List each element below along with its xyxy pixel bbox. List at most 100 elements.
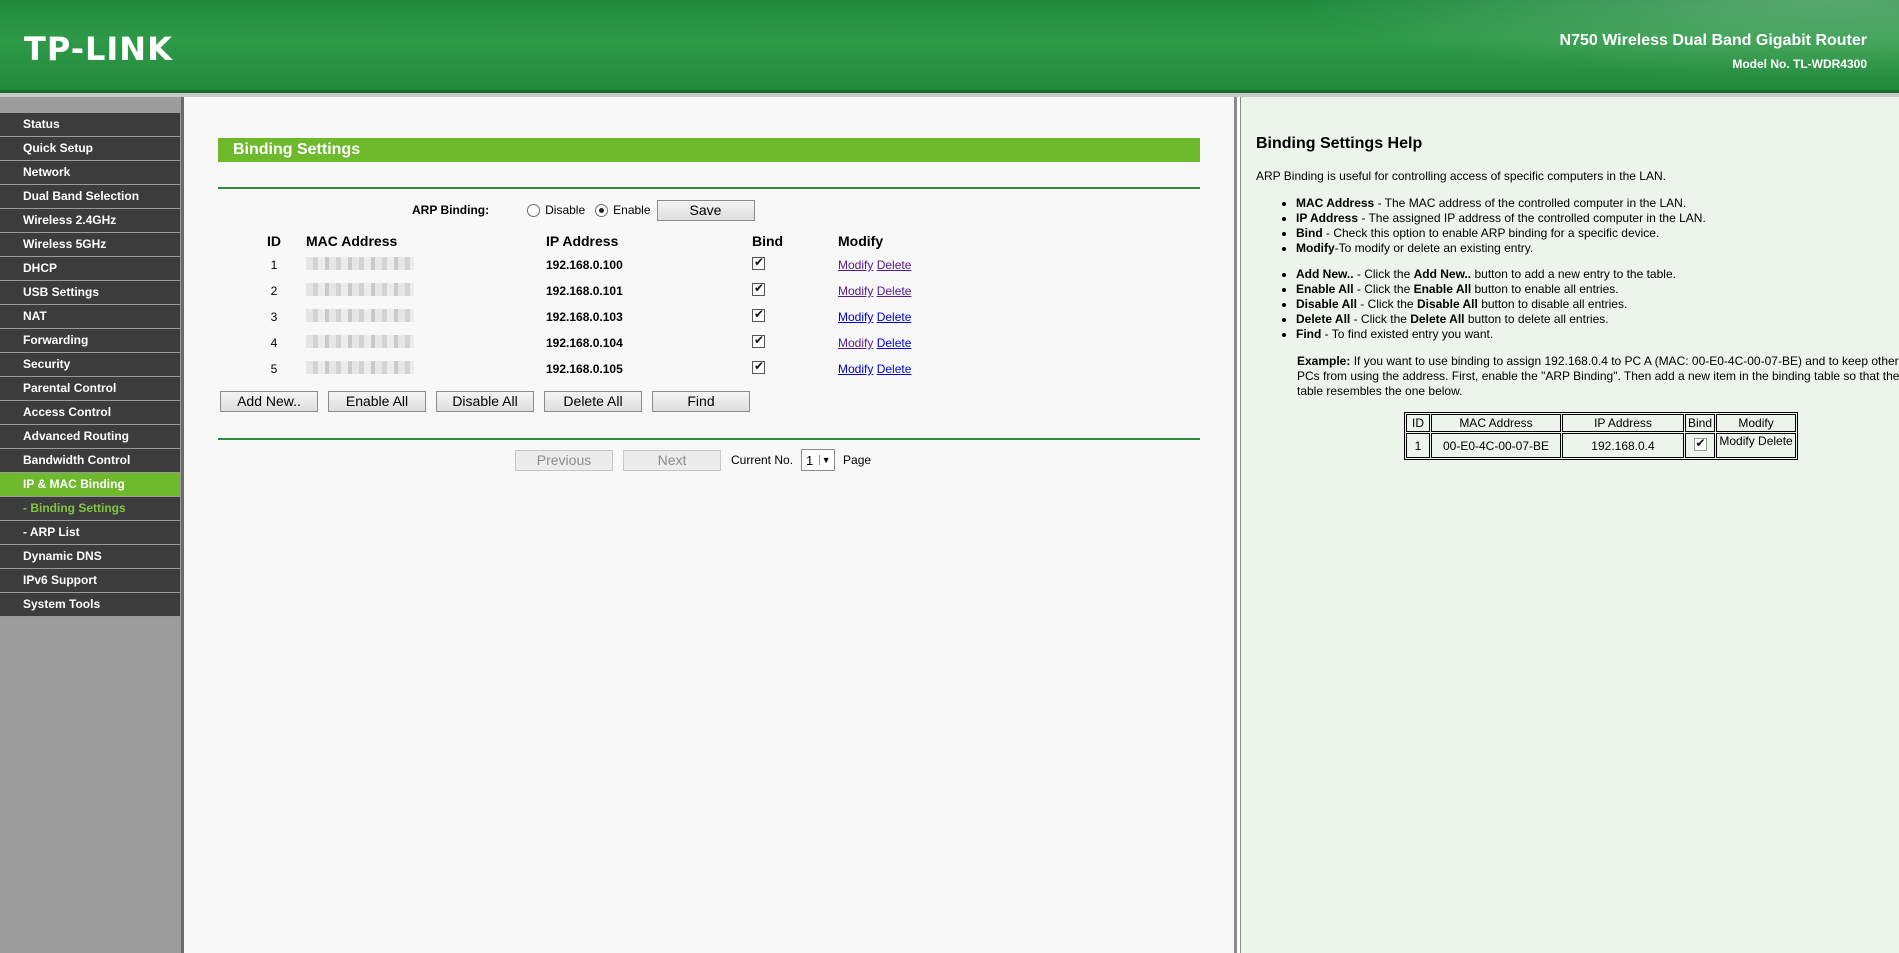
help-term: IP Address <box>1296 211 1359 225</box>
row-id: 2 <box>270 284 278 298</box>
sidebar-item-status[interactable]: Status <box>0 113 180 137</box>
delete-link[interactable]: Delete <box>877 310 912 324</box>
example-row: 1 00-E0-4C-00-07-BE 192.168.0.4 Modify D… <box>1406 433 1797 458</box>
previous-button[interactable]: Previous <box>515 449 613 471</box>
delete-all-button[interactable]: Delete All <box>544 391 642 412</box>
sidebar-item-wireless-24ghz[interactable]: Wireless 2.4GHz <box>0 209 180 233</box>
sidebar-item-ip-mac-binding[interactable]: IP & MAC Binding <box>0 473 180 497</box>
add-new-button[interactable]: Add New.. <box>220 391 318 412</box>
bind-checkbox[interactable] <box>752 281 765 296</box>
sidebar-item-usb-settings[interactable]: USB Settings <box>0 281 180 305</box>
disable-all-button[interactable]: Disable All <box>436 391 534 412</box>
table-row: 4 192.168.0.104 Modify Delete <box>246 330 958 356</box>
example-id: 1 <box>1406 433 1430 458</box>
row-bind-cell <box>742 278 838 304</box>
sidebar-item-advanced-routing[interactable]: Advanced Routing <box>0 425 180 449</box>
help-term: Disable All <box>1416 297 1478 311</box>
delete-link[interactable]: Delete <box>877 258 912 272</box>
pagination: Previous Next Current No. 1 ▼ Page <box>515 449 871 471</box>
table-row: 1 192.168.0.100 Modify Delete <box>246 252 958 278</box>
column-header-mac: MAC Address <box>306 233 398 249</box>
delete-link[interactable]: Delete <box>877 362 912 376</box>
current-no-label: Current No. <box>731 453 794 467</box>
sidebar-item-forwarding[interactable]: Forwarding <box>0 329 180 353</box>
row-modify-cell: Modify Delete <box>838 330 958 356</box>
delete-link[interactable]: Delete <box>877 284 912 298</box>
arp-binding-label: ARP Binding: <box>412 203 490 217</box>
sidebar-item-dual-band-selection[interactable]: Dual Band Selection <box>0 185 180 209</box>
row-bind-cell <box>742 304 838 330</box>
sidebar-item-network[interactable]: Network <box>0 161 180 185</box>
save-button[interactable]: Save <box>656 199 755 221</box>
page-select-value: 1 <box>806 452 814 468</box>
help-desc: - Click the <box>1353 282 1414 296</box>
help-term: Find <box>1296 327 1322 341</box>
page-select[interactable]: 1 ▼ <box>801 449 836 471</box>
bind-checkbox[interactable] <box>752 307 765 322</box>
help-list-item: Delete All - Click the Delete All button… <box>1296 312 1676 327</box>
redacted-mac <box>306 335 414 348</box>
row-modify-cell: Modify Delete <box>838 252 958 278</box>
sidebar-item-ipv6-support[interactable]: IPv6 Support <box>0 569 180 593</box>
modify-link[interactable]: Modify <box>838 258 873 272</box>
bind-checkbox[interactable] <box>752 255 765 270</box>
header: TP-LINK N750 Wireless Dual Band Gigabit … <box>0 0 1899 93</box>
help-list-item: IP Address - The assigned IP address of … <box>1296 211 1706 226</box>
sidebar-subitem-arp-list[interactable]: - ARP List <box>0 521 180 545</box>
help-term: Disable All <box>1296 297 1357 311</box>
sidebar-item-bandwidth-control[interactable]: Bandwidth Control <box>0 449 180 473</box>
row-ip: 192.168.0.105 <box>546 362 623 376</box>
example-col-mac: MAC Address <box>1431 414 1561 432</box>
redacted-mac <box>306 257 414 270</box>
modify-link[interactable]: Modify <box>838 284 873 298</box>
sidebar-item-dynamic-dns[interactable]: Dynamic DNS <box>0 545 180 569</box>
arp-enable-radio[interactable] <box>595 203 609 217</box>
page-label: Page <box>843 453 872 467</box>
delete-link[interactable]: Delete <box>877 336 912 350</box>
example-modify-cell: Modify Delete <box>1716 433 1797 458</box>
modify-link[interactable]: Modify <box>838 336 873 350</box>
help-desc: -To modify or delete an existing entry. <box>1334 241 1534 255</box>
arp-disable-label: Disable <box>545 203 586 217</box>
next-button[interactable]: Next <box>623 449 721 471</box>
example-ip: 192.168.0.4 <box>1562 433 1684 458</box>
model-number: Model No. TL-WDR4300 <box>1732 57 1867 71</box>
example-bind-checkbox <box>1693 436 1707 451</box>
row-modify-cell: Modify Delete <box>838 304 958 330</box>
help-list-item: Disable All - Click the Disable All butt… <box>1296 297 1676 312</box>
help-desc: - The MAC address of the controlled comp… <box>1374 196 1687 210</box>
sidebar: Status Quick Setup Network Dual Band Sel… <box>0 97 184 953</box>
sidebar-item-system-tools[interactable]: System Tools <box>0 593 180 617</box>
sidebar-subitem-binding-settings[interactable]: - Binding Settings <box>0 497 180 521</box>
sidebar-item-quick-setup[interactable]: Quick Setup <box>0 137 180 161</box>
product-name: N750 Wireless Dual Band Gigabit Router <box>1559 32 1867 49</box>
enable-all-button[interactable]: Enable All <box>328 391 426 412</box>
main-content: Binding Settings ARP Binding: Disable En… <box>184 97 1237 953</box>
sidebar-item-security[interactable]: Security <box>0 353 180 377</box>
bind-checkbox[interactable] <box>752 359 765 374</box>
sidebar-item-parental-control[interactable]: Parental Control <box>0 377 180 401</box>
help-term: Add New.. <box>1296 267 1354 281</box>
help-desc: button to add a new entry to the table. <box>1471 267 1676 281</box>
arp-disable-radio[interactable] <box>527 203 541 217</box>
modify-link[interactable]: Modify <box>838 362 873 376</box>
sidebar-item-nat[interactable]: NAT <box>0 305 180 329</box>
help-term: Enable All <box>1296 282 1354 296</box>
help-desc: button to delete all entries. <box>1464 312 1609 326</box>
bind-checkbox[interactable] <box>752 333 765 348</box>
sidebar-item-dhcp[interactable]: DHCP <box>0 257 180 281</box>
binding-table: ID MAC Address IP Address Bind Modify 1 … <box>246 230 958 382</box>
sidebar-nav: Status Quick Setup Network Dual Band Sel… <box>0 113 180 617</box>
find-button[interactable]: Find <box>652 391 750 412</box>
sidebar-item-access-control[interactable]: Access Control <box>0 401 180 425</box>
help-desc: - To find existed entry you want. <box>1321 327 1494 341</box>
sidebar-item-wireless-5ghz[interactable]: Wireless 5GHz <box>0 233 180 257</box>
modify-link[interactable]: Modify <box>838 310 873 324</box>
row-ip: 192.168.0.103 <box>546 310 623 324</box>
help-title: Binding Settings Help <box>1256 135 1423 152</box>
help-desc: button to enable all entries. <box>1471 282 1619 296</box>
divider-top <box>218 187 1200 189</box>
row-modify-cell: Modify Delete <box>838 278 958 304</box>
row-ip: 192.168.0.104 <box>546 336 623 350</box>
row-id: 5 <box>270 362 278 376</box>
